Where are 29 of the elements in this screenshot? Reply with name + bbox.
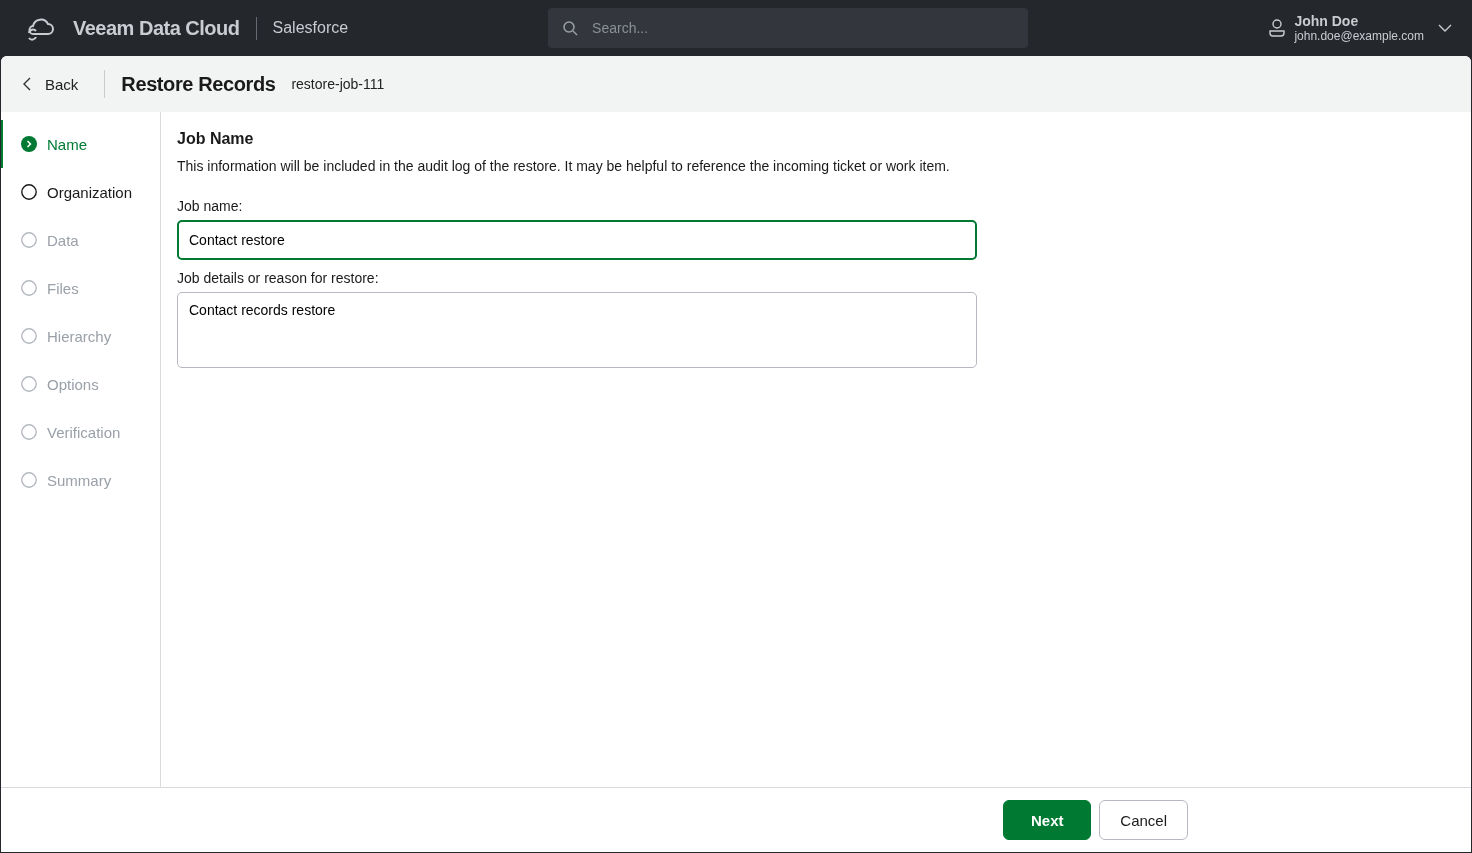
chevron-down-icon[interactable]: [1438, 24, 1452, 32]
step-circle-icon: [21, 184, 37, 200]
step-circle-icon: [21, 328, 37, 344]
user-email: john.doe@example.com: [1294, 29, 1424, 43]
job-id: restore-job-111: [291, 76, 385, 92]
step-item[interactable]: Organization: [1, 168, 160, 216]
brand-name: Veeam Data Cloud: [73, 16, 257, 40]
job-details-field[interactable]: Contact records restore: [177, 292, 977, 368]
user-name: John Doe: [1294, 13, 1360, 29]
back-button[interactable]: Back: [1, 70, 106, 98]
chevron-left-icon: [23, 77, 31, 91]
next-button[interactable]: Next: [1003, 800, 1092, 840]
step-circle-icon: [21, 472, 37, 488]
step-circle-icon: [21, 280, 37, 296]
search-field[interactable]: Search...: [548, 8, 1029, 48]
step-circle-icon: [21, 376, 37, 392]
section-description: This information will be included in the audit log of the restore. It may be helpful to reference the incoming ticket or work item.: [177, 158, 950, 174]
user-icon: [1268, 18, 1287, 38]
section-heading: Job Name: [177, 130, 254, 148]
page-title: Restore Records: [121, 72, 276, 96]
field-label: Job details or reason for restore:: [177, 270, 379, 286]
step-circle-icon: [21, 232, 37, 248]
step-circle-icon: [21, 424, 37, 440]
step-item[interactable]: Name: [1, 120, 160, 168]
step-current-icon: [21, 136, 37, 152]
product-name: Salesforce: [272, 19, 349, 37]
field-label: Job name:: [177, 198, 243, 214]
cancel-button[interactable]: Cancel: [1099, 800, 1188, 840]
job-name-field[interactable]: Contact restore: [177, 220, 977, 260]
